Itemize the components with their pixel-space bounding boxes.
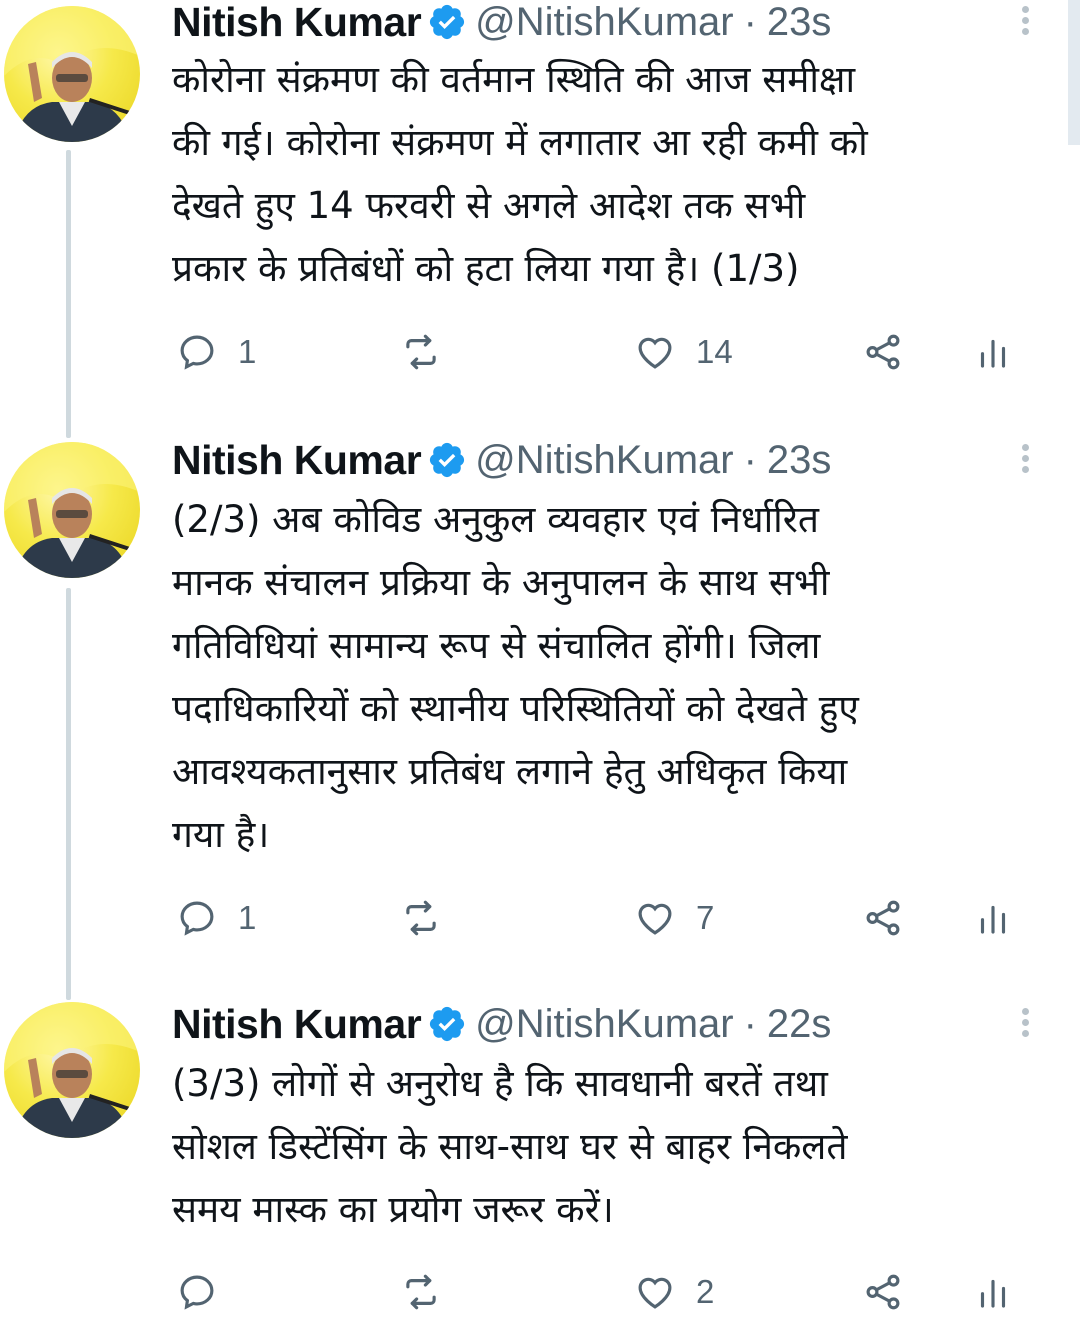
verified-badge-icon: [430, 1006, 465, 1042]
display-name[interactable]: Nitish Kumar: [172, 0, 422, 46]
like-button[interactable]: 2: [634, 1270, 714, 1314]
reply-count: 1: [238, 899, 257, 936]
display-name[interactable]: Nitish Kumar: [172, 437, 422, 484]
retweet-icon: [406, 900, 436, 936]
avatar-portrait-image: [4, 6, 140, 142]
tweet-text-line: गतिविधियां सामान्य रूप से संचालित होंगी।…: [172, 624, 821, 667]
reply-icon: [180, 901, 214, 936]
tweet-header: Nitish Kumar @NitishKumar · 22s: [172, 1001, 832, 1048]
tweet[interactable]: Nitish Kumar @NitishKumar · 23s (2/3) अब…: [0, 437, 1080, 978]
tweet-header: Nitish Kumar @NitishKumar · 23s: [172, 437, 832, 484]
share-icon: [866, 900, 900, 936]
retweet-icon: [406, 1274, 436, 1310]
more-vertical-icon[interactable]: [1018, 2, 1032, 42]
reply-icon: [180, 335, 214, 370]
avatar-portrait-image: [4, 442, 140, 578]
more-vertical-icon[interactable]: [1018, 1004, 1032, 1044]
tweet-text-line: प्रकार के प्रतिबंधों को हटा लिया गया है।…: [172, 247, 800, 290]
like-button[interactable]: 14: [634, 330, 733, 374]
avatar-portrait-image: [4, 1002, 140, 1138]
tweet-text-line: सोशल डिस्टेंसिंग के साथ-साथ घर से बाहर न…: [172, 1125, 848, 1168]
like-count: 7: [696, 899, 715, 936]
like-count: 14: [696, 333, 733, 370]
analytics-icon: [980, 1279, 1006, 1308]
analytics-icon: [980, 339, 1006, 368]
timestamp[interactable]: 22s: [767, 1002, 832, 1047]
reply-count: 1: [238, 333, 257, 370]
analytics-button[interactable]: [972, 1270, 1014, 1314]
share-icon: [866, 1274, 900, 1310]
timestamp[interactable]: 23s: [767, 0, 832, 45]
user-handle[interactable]: @NitishKumar: [475, 0, 733, 45]
tweet-text: (2/3) अब कोविड अनुकुल व्यवहार एवं निर्धा…: [172, 488, 1052, 866]
share-icon: [866, 334, 900, 370]
user-handle[interactable]: @NitishKumar: [475, 438, 733, 483]
heart-icon: [638, 1277, 672, 1309]
tweet[interactable]: Nitish Kumar @NitishKumar · 23s कोरोना स…: [0, 0, 1080, 400]
heart-icon: [638, 337, 672, 369]
tweet[interactable]: Nitish Kumar @NitishKumar · 22s (3/3) लो…: [0, 1001, 1080, 1338]
tweet-header: Nitish Kumar @NitishKumar · 23s: [172, 0, 832, 46]
avatar[interactable]: [4, 6, 140, 142]
like-button[interactable]: 7: [634, 896, 714, 940]
tweet-text-line: कोरोना संक्रमण की वर्तमान स्थिति की आज स…: [172, 58, 856, 101]
tweet-text-line: पदाधिकारियों को स्थानीय परिस्थितियों को …: [172, 687, 859, 730]
tweet-text-line: समय मास्क का प्रयोग जरूर करें।: [172, 1188, 614, 1231]
tweet-text-line: गया है।: [172, 813, 270, 856]
tweet-text-line: की गई। कोरोना संक्रमण में लगातार आ रही क…: [172, 121, 868, 164]
tweet-actions: 1 14: [0, 330, 1080, 374]
avatar[interactable]: [4, 1002, 140, 1138]
analytics-icon: [980, 905, 1006, 934]
tweet-text-line: (2/3) अब कोविड अनुकुल व्यवहार एवं निर्धा…: [172, 498, 819, 541]
timestamp[interactable]: 23s: [767, 438, 832, 483]
separator-dot: ·: [743, 0, 757, 44]
share-button[interactable]: [862, 330, 904, 374]
reply-button[interactable]: 1: [176, 330, 256, 374]
separator-dot: ·: [743, 437, 757, 482]
analytics-button[interactable]: [972, 330, 1014, 374]
tweet-text: कोरोना संक्रमण की वर्तमान स्थिति की आज स…: [172, 48, 1052, 300]
verified-badge-icon: [430, 4, 465, 40]
retweet-button[interactable]: [400, 1270, 462, 1314]
avatar[interactable]: [4, 442, 140, 578]
retweet-button[interactable]: [400, 330, 462, 374]
more-vertical-icon[interactable]: [1018, 440, 1032, 480]
reply-button[interactable]: [176, 1270, 238, 1314]
share-button[interactable]: [862, 1270, 904, 1314]
retweet-icon: [406, 334, 436, 370]
tweet-text-line: (3/3) लोगों से अनुरोध है कि सावधानी बरते…: [172, 1062, 828, 1105]
share-button[interactable]: [862, 896, 904, 940]
reply-button[interactable]: 1: [176, 896, 256, 940]
reply-icon: [180, 1275, 214, 1310]
separator-dot: ·: [743, 1001, 757, 1046]
tweet-text-line: देखते हुए 14 फरवरी से अगले आदेश तक सभी: [172, 184, 806, 227]
tweet-actions: 1 7: [0, 896, 1080, 940]
tweet-text-line: आवश्यकतानुसार प्रतिबंध लगाने हेतु अधिकृत…: [172, 750, 848, 793]
tweet-text: (3/3) लोगों से अनुरोध है कि सावधानी बरते…: [172, 1052, 1052, 1241]
tweet-text-line: मानक संचालन प्रक्रिया के अनुपालन के साथ …: [172, 561, 830, 604]
user-handle[interactable]: @NitishKumar: [475, 1002, 733, 1047]
analytics-button[interactable]: [972, 896, 1014, 940]
tweet-actions: 2: [0, 1270, 1080, 1314]
heart-icon: [638, 903, 672, 935]
retweet-button[interactable]: [400, 896, 462, 940]
verified-badge-icon: [430, 442, 465, 478]
like-count: 2: [696, 1273, 715, 1310]
display-name[interactable]: Nitish Kumar: [172, 1001, 422, 1048]
